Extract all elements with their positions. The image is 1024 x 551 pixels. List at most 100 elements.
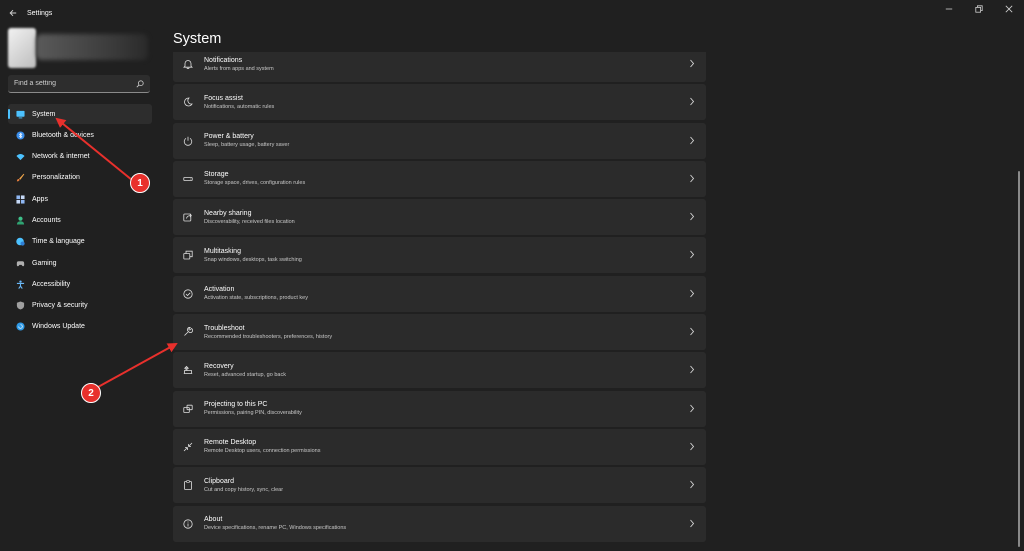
setting-recovery[interactable]: Recovery Reset, advanced startup, go back xyxy=(173,352,706,389)
setting-subtitle: Device specifications, rename PC, Window… xyxy=(204,525,347,532)
minimize-icon xyxy=(945,8,953,10)
setting-about[interactable]: About Device specifications, rename PC, W… xyxy=(173,505,706,542)
wifi-icon xyxy=(16,152,25,161)
sidebar-item-bluetooth[interactable]: Bluetooth & devices xyxy=(8,125,152,145)
setting-subtitle: Sleep, battery usage, battery saver xyxy=(204,142,290,149)
setting-title: Remote Desktop xyxy=(204,439,257,447)
title-bar: Settings xyxy=(0,0,1024,26)
setting-subtitle: Storage space, drives, configuration rul… xyxy=(204,180,306,187)
sidebar-item-label: Personalization xyxy=(32,174,80,182)
setting-activation[interactable]: Activation Activation state, subscription… xyxy=(173,275,706,312)
chevron-right-icon xyxy=(689,365,695,374)
setting-subtitle: Notifications, automatic rules xyxy=(204,103,275,110)
setting-troubleshoot[interactable]: Troubleshoot Recommended troubleshooters,… xyxy=(173,314,706,351)
sidebar-item-label: Time & language xyxy=(32,238,85,246)
sidebar-item-label: Network & internet xyxy=(32,153,90,161)
sidebar-item-privacy[interactable]: Privacy & security xyxy=(8,296,152,316)
bell-icon xyxy=(173,59,203,69)
setting-title: Activation xyxy=(204,286,235,294)
update-icon xyxy=(16,322,25,332)
setting-title: About xyxy=(204,516,223,524)
avatar[interactable] xyxy=(8,28,36,68)
minimize-button[interactable] xyxy=(934,0,964,18)
sidebar-nav: System Bluetooth & devices Network & int… xyxy=(8,104,152,338)
sidebar-item-label: Privacy & security xyxy=(32,302,88,310)
project-icon xyxy=(173,404,203,414)
sidebar-item-label: Gaming xyxy=(32,259,57,267)
gamepad-icon xyxy=(16,259,25,268)
chevron-right-icon xyxy=(689,327,695,336)
setting-power-battery[interactable]: Power & battery Sleep, battery usage, bat… xyxy=(173,122,706,159)
sidebar-item-label: Windows Update xyxy=(32,323,85,331)
sidebar-item-label: Apps xyxy=(32,195,48,203)
setting-storage[interactable]: Storage Storage space, drives, configurat… xyxy=(173,160,706,197)
setting-title: Storage xyxy=(204,171,229,179)
search-icon[interactable] xyxy=(136,79,144,88)
setting-title: Nearby sharing xyxy=(204,209,252,217)
recovery-icon xyxy=(173,365,203,375)
setting-subtitle: Permissions, pairing PIN, discoverabilit… xyxy=(204,410,302,417)
setting-subtitle: Alerts from apps and system xyxy=(204,65,274,72)
setting-title: Projecting to this PC xyxy=(204,401,268,409)
setting-notifications[interactable]: Notifications Alerts from apps and system xyxy=(173,52,706,82)
setting-title: Clipboard xyxy=(204,477,234,485)
chevron-right-icon xyxy=(689,97,695,106)
sidebar-item-system[interactable]: System xyxy=(8,104,152,124)
restore-icon xyxy=(975,5,983,13)
setting-remote-desktop[interactable]: Remote Desktop Remote Desktop users, conn… xyxy=(173,428,706,465)
sidebar-item-network[interactable]: Network & internet xyxy=(8,147,152,167)
sidebar-item-time-language[interactable]: Time & language xyxy=(8,232,152,252)
apps-icon xyxy=(16,195,25,204)
chevron-right-icon xyxy=(689,250,695,259)
setting-subtitle: Activation state, subscriptions, product… xyxy=(204,295,308,302)
app-title: Settings xyxy=(27,9,53,17)
sidebar-item-accessibility[interactable]: Accessibility xyxy=(8,274,152,294)
search-box[interactable] xyxy=(8,75,150,93)
info-icon xyxy=(173,518,203,529)
sidebar-item-windows-update[interactable]: Windows Update xyxy=(8,317,152,337)
chevron-right-icon xyxy=(689,174,695,183)
close-button[interactable] xyxy=(994,0,1024,18)
check-circle-icon xyxy=(173,289,203,299)
setting-title: Recovery xyxy=(204,362,234,370)
chevron-right-icon xyxy=(689,289,695,298)
setting-subtitle: Cut and copy history, sync, clear xyxy=(204,486,284,493)
power-icon xyxy=(173,136,203,146)
bluetooth-icon xyxy=(16,131,25,140)
setting-multitasking[interactable]: Multitasking Snap windows, desktops, task… xyxy=(173,237,706,274)
setting-focus-assist[interactable]: Focus assist Notifications, automatic rul… xyxy=(173,84,706,121)
sidebar-item-label: System xyxy=(32,110,56,118)
settings-list: Notifications Alerts from apps and system… xyxy=(173,52,706,551)
chevron-right-icon xyxy=(689,404,695,413)
setting-subtitle: Snap windows, desktops, task switching xyxy=(204,256,302,263)
setting-title: Multitasking xyxy=(204,247,241,255)
setting-title: Troubleshoot xyxy=(204,324,245,332)
monitor-icon xyxy=(16,110,25,119)
restore-button[interactable] xyxy=(964,0,994,18)
page-title: System xyxy=(173,31,222,47)
sidebar-item-apps[interactable]: Apps xyxy=(8,189,152,209)
sidebar-item-gaming[interactable]: Gaming xyxy=(8,253,152,273)
share-icon xyxy=(173,212,203,222)
remote-desktop-icon xyxy=(173,442,203,452)
globe-clock-icon xyxy=(16,237,25,246)
setting-title: Power & battery xyxy=(204,133,254,141)
chevron-right-icon xyxy=(689,136,695,145)
setting-title: Notifications xyxy=(204,56,243,64)
scrollbar[interactable] xyxy=(1018,171,1020,547)
window-controls xyxy=(934,0,1024,18)
sidebar-item-accounts[interactable]: Accounts xyxy=(8,210,152,230)
search-input[interactable] xyxy=(14,80,136,87)
sidebar-item-label: Accounts xyxy=(32,216,61,224)
accessibility-icon xyxy=(16,280,25,289)
chevron-right-icon xyxy=(689,480,695,489)
setting-title: Focus assist xyxy=(204,94,243,102)
setting-projecting[interactable]: Projecting to this PC Permissions, pairin… xyxy=(173,390,706,427)
setting-clipboard[interactable]: Clipboard Cut and copy history, sync, cle… xyxy=(173,467,706,504)
chevron-right-icon xyxy=(689,212,695,221)
close-icon xyxy=(1005,5,1013,13)
sidebar-item-label: Bluetooth & devices xyxy=(32,131,94,139)
setting-nearby-sharing[interactable]: Nearby sharing Discoverability, received … xyxy=(173,199,706,236)
brush-icon xyxy=(16,173,25,182)
back-button[interactable] xyxy=(1,0,25,26)
